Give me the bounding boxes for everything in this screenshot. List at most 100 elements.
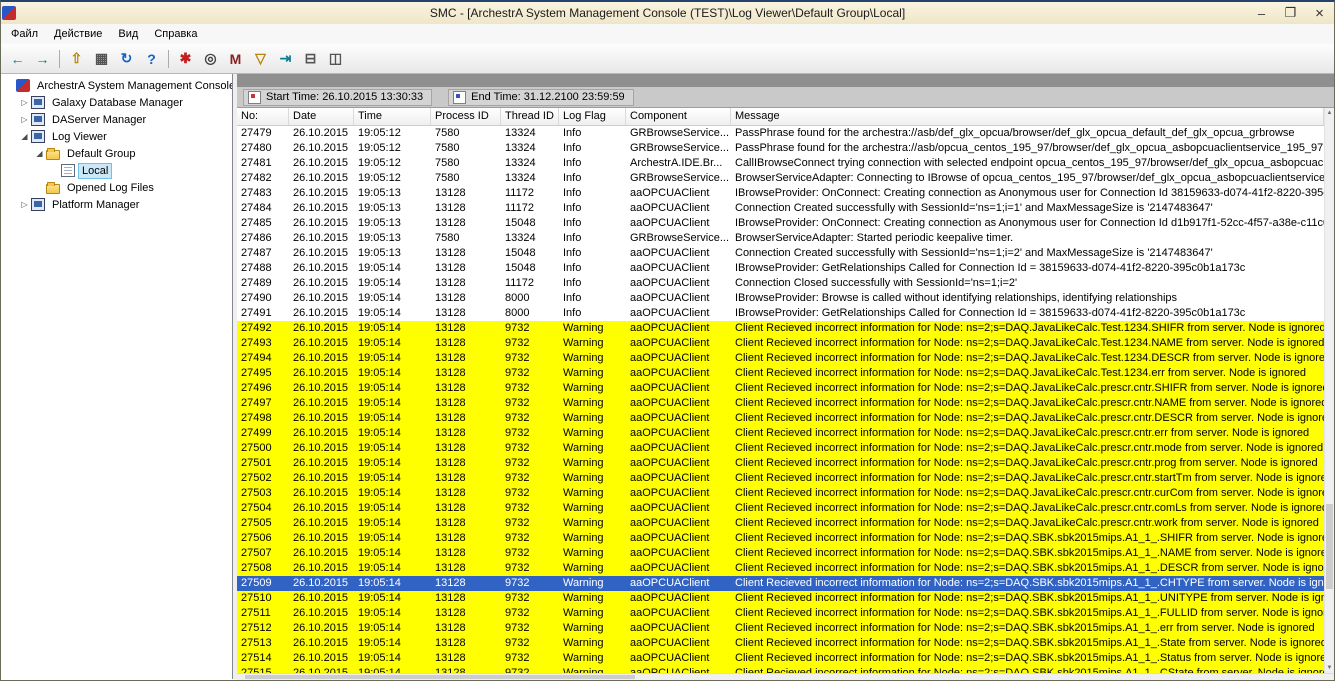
table-row[interactable]: 2748526.10.201519:05:131312815048InfoaaO… xyxy=(237,216,1324,231)
table-row[interactable]: 2751426.10.201519:05:14131289732Warninga… xyxy=(237,651,1324,666)
cell-date: 26.10.2015 xyxy=(289,201,354,216)
horizontal-scrollbar[interactable] xyxy=(237,673,1334,680)
table-row[interactable]: 2750526.10.201519:05:14131289732Warninga… xyxy=(237,516,1324,531)
table-row[interactable]: 2750126.10.201519:05:14131289732Warninga… xyxy=(237,456,1324,471)
table-row[interactable]: 2748926.10.201519:05:141312811172InfoaaO… xyxy=(237,276,1324,291)
column-header-thread-id[interactable]: Thread ID xyxy=(501,108,559,125)
close-button[interactable]: × xyxy=(1305,3,1334,23)
up-one-level-button[interactable]: ⇧ xyxy=(64,47,89,70)
cell-log-flag: Info xyxy=(559,141,626,156)
back-button[interactable]: ← xyxy=(5,47,30,70)
table-row[interactable]: 2750326.10.201519:05:14131289732Warninga… xyxy=(237,486,1324,501)
table-row[interactable]: 2751526.10.201519:05:14131289732Warninga… xyxy=(237,666,1324,673)
column-header-time[interactable]: Time xyxy=(354,108,431,125)
table-row[interactable]: 2751026.10.201519:05:14131289732Warninga… xyxy=(237,591,1324,606)
table-row[interactable]: 2748826.10.201519:05:141312815048InfoaaO… xyxy=(237,261,1324,276)
filter-button[interactable]: ▽ xyxy=(248,47,273,70)
cell-date: 26.10.2015 xyxy=(289,396,354,411)
tree-item-opened-log-files[interactable]: Opened Log Files xyxy=(1,179,232,196)
tree-item-local[interactable]: Local xyxy=(1,162,232,179)
print-button[interactable]: ⊟ xyxy=(298,47,323,70)
end-time-filter-button[interactable]: End Time: 31.12.2100 23:59:59 xyxy=(448,89,634,106)
table-row[interactable]: 2749526.10.201519:05:14131289732Warninga… xyxy=(237,366,1324,381)
tree-item-platform-manager[interactable]: ▷Platform Manager xyxy=(1,196,232,213)
table-row[interactable]: 2748126.10.201519:05:12758013324InfoArch… xyxy=(237,156,1324,171)
column-header-log-flag[interactable]: Log Flag xyxy=(559,108,626,125)
table-row[interactable]: 2747926.10.201519:05:12758013324InfoGRBr… xyxy=(237,126,1324,141)
tree-item-galaxy-database-manager[interactable]: ▷Galaxy Database Manager xyxy=(1,94,232,111)
find-button[interactable]: ◎ xyxy=(198,47,223,70)
table-row[interactable]: 2749126.10.201519:05:14131288000InfoaaOP… xyxy=(237,306,1324,321)
table-row[interactable]: 2749226.10.201519:05:14131289732Warninga… xyxy=(237,321,1324,336)
expander-icon[interactable]: ◢ xyxy=(19,132,30,141)
horizontal-scroll-thumb[interactable] xyxy=(245,675,635,679)
table-row[interactable]: 2749826.10.201519:05:14131289732Warninga… xyxy=(237,411,1324,426)
minimize-button[interactable]: – xyxy=(1247,3,1276,23)
menu-help[interactable]: Справка xyxy=(146,26,205,42)
mark-button[interactable]: M xyxy=(223,47,248,70)
tree-item-archestra-root[interactable]: ArchestrA System Management Console (TES… xyxy=(1,77,232,94)
cell-time: 19:05:14 xyxy=(354,396,431,411)
table-row[interactable]: 2749026.10.201519:05:14131288000InfoaaOP… xyxy=(237,291,1324,306)
table-row[interactable]: 2750426.10.201519:05:14131289732Warninga… xyxy=(237,501,1324,516)
table-row[interactable]: 2748626.10.201519:05:13758013324InfoGRBr… xyxy=(237,231,1324,246)
table-row[interactable]: 2749326.10.201519:05:14131289732Warninga… xyxy=(237,336,1324,351)
menu-file[interactable]: Файл xyxy=(3,26,46,42)
cell-component: aaOPCUAClient xyxy=(626,591,731,606)
table-row[interactable]: 2750226.10.201519:05:14131289732Warninga… xyxy=(237,471,1324,486)
vertical-scroll-thumb[interactable] xyxy=(1326,504,1333,589)
menu-view[interactable]: Вид xyxy=(110,26,146,42)
table-row[interactable]: 2749426.10.201519:05:14131289732Warninga… xyxy=(237,351,1324,366)
table-row[interactable]: 2748326.10.201519:05:131312811172InfoaaO… xyxy=(237,186,1324,201)
tree-item-label: Log Viewer xyxy=(48,129,111,145)
table-row[interactable]: 2750726.10.201519:05:14131289732Warninga… xyxy=(237,546,1324,561)
table-row[interactable]: 2748026.10.201519:05:12758013324InfoGRBr… xyxy=(237,141,1324,156)
cell-thread-id: 13324 xyxy=(501,231,559,246)
console-tree-button[interactable]: ▦ xyxy=(89,47,114,70)
settings-button[interactable]: ✱ xyxy=(173,47,198,70)
table-row[interactable]: 2748426.10.201519:05:131312811172InfoaaO… xyxy=(237,201,1324,216)
table-row[interactable]: 2748226.10.201519:05:12758013324InfoGRBr… xyxy=(237,171,1324,186)
table-row[interactable]: 2748726.10.201519:05:131312815048InfoaaO… xyxy=(237,246,1324,261)
titlebar[interactable]: SMC - [ArchestrA System Management Conso… xyxy=(1,2,1334,25)
export-messages-button[interactable]: ⇥ xyxy=(273,47,298,70)
cell-process-id: 13128 xyxy=(431,516,501,531)
expander-icon[interactable]: ◢ xyxy=(34,149,45,158)
vertical-scrollbar[interactable]: ▲ ▼ xyxy=(1324,108,1334,673)
table-row[interactable]: 2749726.10.201519:05:14131289732Warninga… xyxy=(237,396,1324,411)
column-header-date[interactable]: Date xyxy=(289,108,354,125)
export-messages-icon: ⇥ xyxy=(280,50,292,67)
menu-action[interactable]: Действие xyxy=(46,26,110,42)
expander-icon[interactable]: ▷ xyxy=(19,200,30,209)
maximize-button[interactable]: ❐ xyxy=(1276,3,1305,23)
forward-button[interactable]: → xyxy=(30,47,55,70)
scroll-down-icon[interactable]: ▼ xyxy=(1325,663,1334,673)
tree-item-daserver-manager[interactable]: ▷DAServer Manager xyxy=(1,111,232,128)
table-row[interactable]: 2751126.10.201519:05:14131289732Warninga… xyxy=(237,606,1324,621)
table-row[interactable]: 2750626.10.201519:05:14131289732Warninga… xyxy=(237,531,1324,546)
table-row[interactable]: 2750926.10.201519:05:14131289732Warninga… xyxy=(237,576,1324,591)
start-time-filter-button[interactable]: Start Time: 26.10.2015 13:30:33 xyxy=(243,89,432,106)
cell-message: Client Recieved incorrect information fo… xyxy=(731,441,1324,456)
scroll-up-icon[interactable]: ▲ xyxy=(1325,108,1334,118)
cell-thread-id: 9732 xyxy=(501,636,559,651)
column-header-process-id[interactable]: Process ID xyxy=(431,108,501,125)
help-button[interactable]: ? xyxy=(139,47,164,70)
table-row[interactable]: 2751326.10.201519:05:14131289732Warninga… xyxy=(237,636,1324,651)
column-header-component[interactable]: Component xyxy=(626,108,731,125)
column-header-message[interactable]: Message xyxy=(731,108,1324,125)
table-row[interactable]: 2750026.10.201519:05:14131289732Warninga… xyxy=(237,441,1324,456)
table-row[interactable]: 2751226.10.201519:05:14131289732Warninga… xyxy=(237,621,1324,636)
cell-component: aaOPCUAClient xyxy=(626,246,731,261)
tree-item-log-viewer[interactable]: ◢ Log Viewer xyxy=(1,128,232,145)
refresh-button[interactable]: ↻ xyxy=(114,47,139,70)
print-preview-button[interactable]: ◫ xyxy=(323,47,348,70)
column-header-no[interactable]: No: xyxy=(237,108,289,125)
expander-icon[interactable]: ▷ xyxy=(19,98,30,107)
tree-item-default-group[interactable]: ◢Default Group xyxy=(1,145,232,162)
table-row[interactable]: 2749626.10.201519:05:14131289732Warninga… xyxy=(237,381,1324,396)
cell-time: 19:05:14 xyxy=(354,546,431,561)
table-row[interactable]: 2750826.10.201519:05:14131289732Warninga… xyxy=(237,561,1324,576)
table-row[interactable]: 2749926.10.201519:05:14131289732Warninga… xyxy=(237,426,1324,441)
expander-icon[interactable]: ▷ xyxy=(19,115,30,124)
